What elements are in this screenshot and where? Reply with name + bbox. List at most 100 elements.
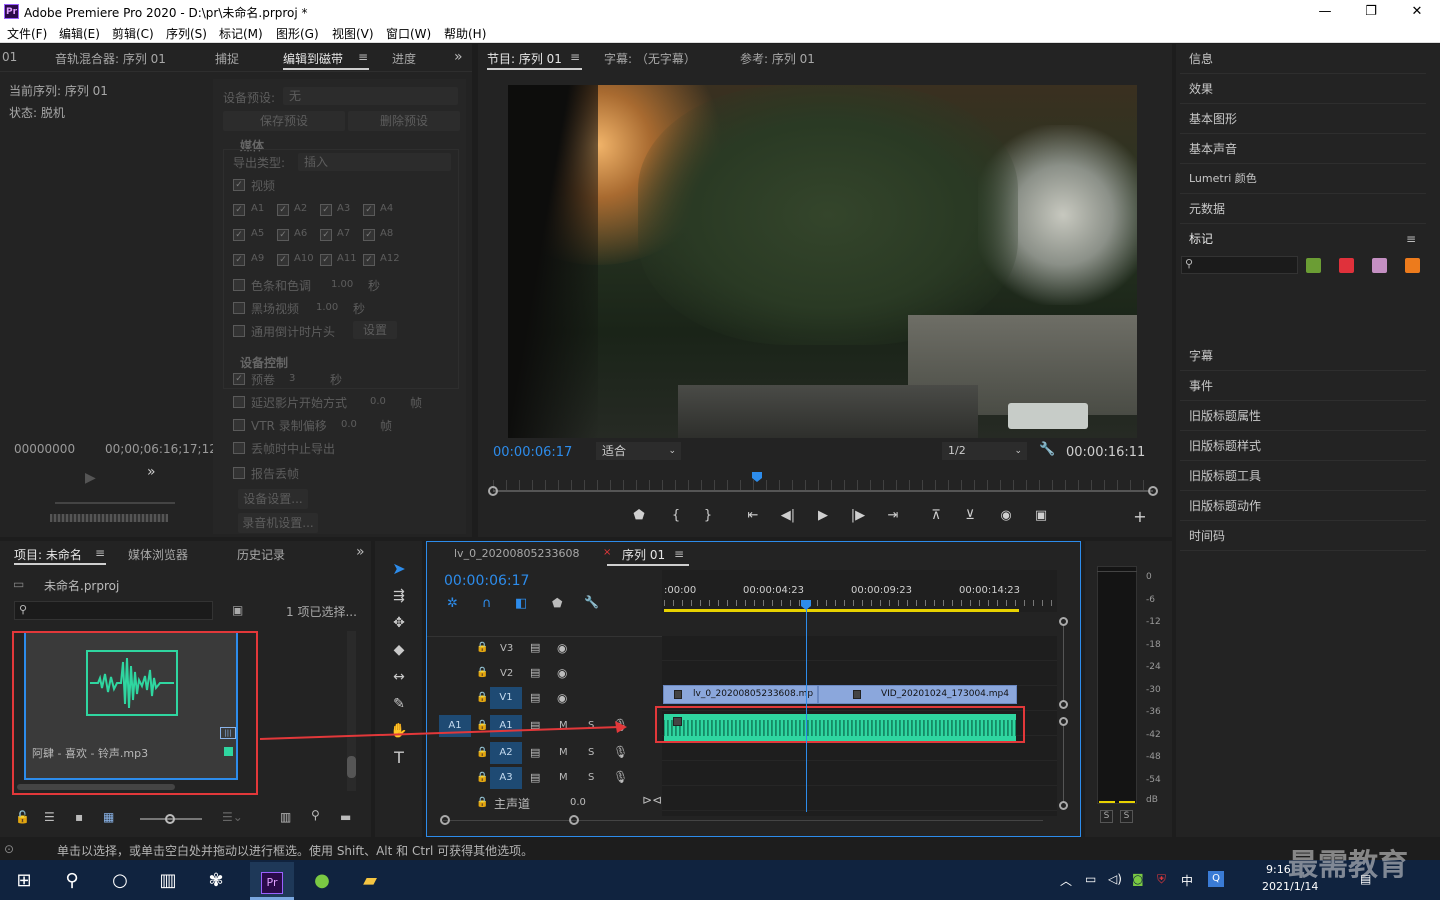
- project-menu-icon[interactable]: ≡: [95, 546, 105, 560]
- tab-audio-mixer[interactable]: 音轨混合器: 序列 01: [55, 50, 166, 67]
- a8-checkbox[interactable]: ✓: [363, 229, 375, 241]
- tape-shuttle[interactable]: [50, 514, 168, 522]
- panel-effects[interactable]: 效果: [1180, 74, 1426, 104]
- panel-essential-graphics[interactable]: 基本图形: [1180, 104, 1426, 134]
- zoom-slider-thumb[interactable]: [165, 814, 175, 824]
- a2-checkbox[interactable]: ✓: [277, 204, 289, 216]
- track-label-v1[interactable]: V1: [490, 687, 522, 709]
- file-explorer-icon[interactable]: ▰: [348, 862, 392, 900]
- menu-help[interactable]: 帮助(H): [444, 25, 486, 42]
- device-settings-button[interactable]: 设备设置...: [238, 489, 308, 509]
- linked-selection-icon[interactable]: ◧: [515, 596, 527, 611]
- mute-button[interactable]: M: [559, 772, 568, 783]
- bars-tones-value[interactable]: 1.00: [331, 279, 353, 290]
- type-tool-icon[interactable]: T: [388, 747, 410, 769]
- go-to-in-icon[interactable]: ⇤: [743, 508, 763, 523]
- ripple-edit-tool-icon[interactable]: ✥: [388, 612, 410, 634]
- sync-lock-icon[interactable]: ▤: [530, 691, 540, 704]
- close-tab-icon[interactable]: ×: [603, 547, 611, 558]
- marker-color-swatch[interactable]: [1306, 258, 1321, 273]
- work-area-bar[interactable]: [664, 609, 1019, 612]
- export-type-dropdown[interactable]: 插入: [298, 153, 451, 171]
- tab-progress[interactable]: 进度: [392, 50, 416, 67]
- voiceover-mic-icon[interactable]: 🎙: [613, 745, 628, 759]
- cortana-icon[interactable]: ○: [98, 862, 142, 900]
- a4-checkbox[interactable]: ✓: [363, 204, 375, 216]
- lift-icon[interactable]: ⊼: [926, 508, 946, 523]
- selection-tool-icon[interactable]: ➤: [388, 558, 410, 580]
- lock-icon[interactable]: 🔒: [476, 667, 488, 678]
- marker-color-swatch[interactable]: [1372, 258, 1387, 273]
- project-hscroll[interactable]: [17, 784, 175, 790]
- lock-icon[interactable]: 🔒: [476, 747, 488, 758]
- nvidia-icon[interactable]: ◙: [1132, 872, 1144, 886]
- panel-legacy-title-styles[interactable]: 旧版标题样式: [1180, 431, 1426, 461]
- panel-essential-sound[interactable]: 基本声音: [1180, 134, 1426, 164]
- scroll-handle-top[interactable]: [1059, 617, 1068, 626]
- panel-legacy-title-properties[interactable]: 旧版标题属性: [1180, 401, 1426, 431]
- freeform-view-icon[interactable]: ▦: [103, 810, 114, 824]
- video-clip-1[interactable]: lv_0_20200805233608.mp: [663, 685, 827, 704]
- find-icon[interactable]: ⚲: [311, 808, 320, 822]
- volume-icon[interactable]: ◁): [1108, 872, 1122, 886]
- security-shield-icon[interactable]: ⛨: [1157, 872, 1166, 887]
- tab-media-browser[interactable]: 媒体浏览器: [128, 546, 188, 563]
- video-checkbox[interactable]: ✓: [233, 179, 245, 191]
- nest-toggle-icon[interactable]: ✲: [447, 596, 458, 611]
- tray-chevron-icon[interactable]: ︿: [1060, 872, 1072, 889]
- play-icon[interactable]: ▶: [813, 508, 833, 523]
- sync-lock-icon[interactable]: ▤: [530, 666, 540, 679]
- tab-sequence-lv0[interactable]: lv_0_20200805233608: [454, 547, 580, 560]
- mark-out-icon[interactable]: }: [698, 508, 718, 523]
- lock-icon[interactable]: 🔓: [15, 810, 30, 824]
- program-scrub-bar[interactable]: [493, 490, 1153, 492]
- a5-checkbox[interactable]: ✓: [233, 229, 245, 241]
- melon-app-icon[interactable]: ●: [300, 862, 344, 900]
- sort-icon[interactable]: ☰⌄: [222, 810, 243, 824]
- resolution-dropdown[interactable]: 1/2 ⌄: [942, 442, 1027, 460]
- video-vscroll[interactable]: [1063, 626, 1064, 701]
- timeline-settings-icon[interactable]: 🔧: [584, 595, 599, 609]
- razor-tool-icon[interactable]: ◆: [388, 639, 410, 661]
- timeline-timecode[interactable]: 00:00:06:17: [444, 573, 529, 589]
- clock-time[interactable]: 9:16: [1266, 863, 1291, 876]
- delete-preset-button[interactable]: 删除预设: [348, 111, 460, 131]
- minimize-button[interactable]: —: [1302, 0, 1348, 23]
- lock-icon[interactable]: 🔒: [476, 797, 488, 808]
- menu-sequence[interactable]: 序列(S): [166, 25, 207, 42]
- scroll-handle-mid[interactable]: [1059, 700, 1068, 709]
- new-search-bin-icon[interactable]: ▣: [232, 603, 243, 617]
- hscroll-handle-right[interactable]: [569, 815, 579, 825]
- lock-icon[interactable]: 🔒: [476, 692, 488, 703]
- markers-search-input[interactable]: ⚲: [1181, 256, 1298, 274]
- close-button[interactable]: ✕: [1394, 0, 1440, 23]
- wrench-icon[interactable]: 🔧: [1039, 442, 1055, 457]
- project-search-input[interactable]: ⚲: [14, 601, 213, 620]
- timeline-menu-icon[interactable]: ≡: [674, 547, 684, 561]
- audio-vscroll[interactable]: [1063, 726, 1064, 801]
- new-bin-icon[interactable]: ▬: [340, 810, 351, 824]
- device-preset-dropdown[interactable]: 无: [283, 87, 458, 105]
- ime-indicator[interactable]: 中: [1181, 872, 1193, 889]
- project-overflow-icon[interactable]: »: [356, 544, 365, 560]
- fit-dropdown[interactable]: 适合 ⌄: [596, 442, 681, 460]
- tab-menu-icon[interactable]: ≡: [358, 50, 368, 64]
- premiere-taskbar-icon[interactable]: Pr: [250, 862, 294, 900]
- preroll-checkbox[interactable]: ✓: [233, 373, 245, 385]
- pinwheel-app-icon[interactable]: ✾: [194, 862, 238, 900]
- tab-partial-01[interactable]: 01: [2, 50, 17, 64]
- solo-left-button[interactable]: S: [1100, 810, 1113, 823]
- go-to-end-icon[interactable]: ⊳⊲: [642, 793, 662, 807]
- panel-markers[interactable]: 标记: [1180, 224, 1426, 254]
- countdown-settings-button[interactable]: 设置: [353, 321, 397, 339]
- extract-icon[interactable]: ⊻: [960, 508, 980, 523]
- timeline-playhead[interactable]: [806, 600, 807, 812]
- audio-clip-thumbnail[interactable]: ||| 阿肆 - 喜欢 - 铃声.mp3: [24, 633, 238, 780]
- button-editor-plus-icon[interactable]: +: [1130, 507, 1150, 526]
- a11-checkbox[interactable]: ✓: [320, 254, 332, 266]
- overflow-tabs-icon[interactable]: »: [454, 49, 463, 65]
- panel-legacy-title-actions[interactable]: 旧版标题动作: [1180, 491, 1426, 521]
- a6-checkbox[interactable]: ✓: [277, 229, 289, 241]
- lock-icon[interactable]: 🔒: [476, 772, 488, 783]
- mute-button[interactable]: M: [559, 747, 568, 758]
